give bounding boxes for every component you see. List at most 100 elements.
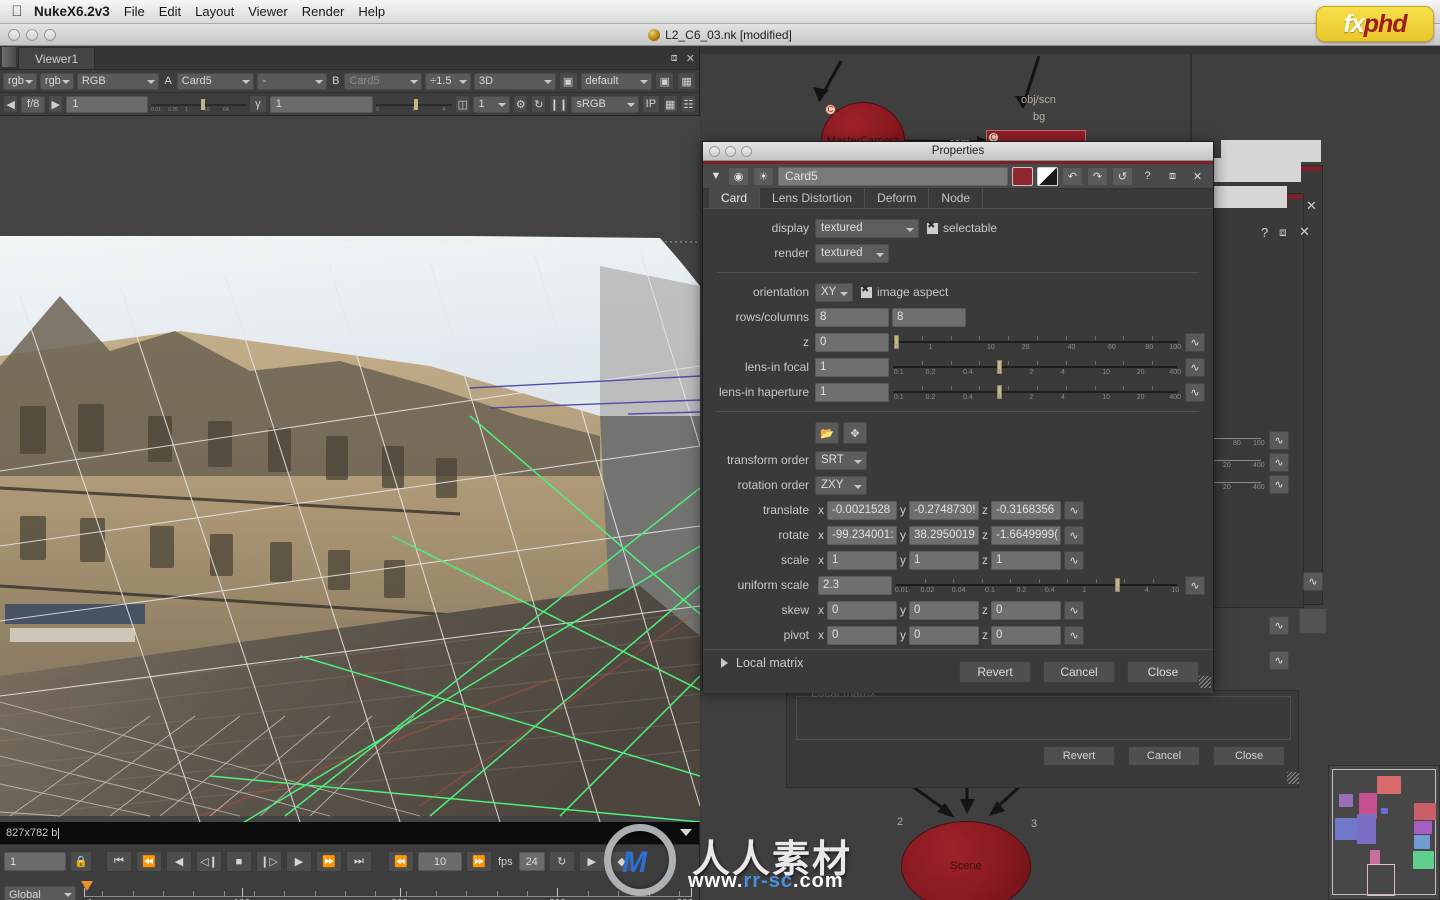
fast-forward-icon[interactable]: ⏩ [466, 851, 492, 872]
proxy-grid-icon[interactable]: ▦ [677, 72, 697, 90]
folder-icon[interactable]: 📂 [815, 422, 839, 444]
pause-icon[interactable]: ❙❙ [549, 95, 569, 113]
transform-order-select[interactable]: SRT [815, 450, 867, 470]
scale-y-input[interactable]: 1 [909, 550, 979, 570]
uniform-scale-animation-icon[interactable]: ∿ [1185, 575, 1205, 595]
view-selector[interactable]: default [580, 72, 653, 90]
rotate-y-input[interactable]: 38.2950019 [909, 525, 979, 545]
pane-drag-handle[interactable] [2, 47, 16, 67]
menu-edit[interactable]: Edit [159, 4, 181, 19]
menu-viewer[interactable]: Viewer [248, 4, 288, 19]
tab-lens-distortion[interactable]: Lens Distortion [760, 188, 866, 208]
menu-file[interactable]: File [124, 4, 145, 19]
proxy-scale-selector[interactable]: ÷1.5 [425, 72, 471, 90]
lens-in-haperture-input[interactable]: 1 [815, 382, 889, 402]
animation-curve-icon[interactable]: ∿ [1269, 453, 1289, 472]
lens-in-focal-input[interactable]: 1 [815, 357, 889, 377]
snapshot-icon[interactable]: ◉ [728, 166, 749, 186]
background-panel-name-field[interactable] [1201, 158, 1301, 182]
skew-animation-icon[interactable]: ∿ [1064, 600, 1084, 620]
frame-increment-input[interactable]: 10 [418, 852, 462, 871]
scale-x-input[interactable]: 1 [827, 550, 897, 570]
uniform-scale-slider[interactable]: 0.01 0.02 0.04 0.1 0.2 0.4 1 2 4 10 [895, 576, 1181, 595]
colorspace-selector[interactable]: sRGB [571, 95, 640, 113]
tab-deform[interactable]: Deform [865, 188, 930, 208]
bg-color-swatch[interactable] [1299, 608, 1327, 634]
gain-input[interactable]: 1 [66, 95, 149, 113]
animation-curve-icon[interactable]: ∿ [1269, 616, 1289, 635]
lens-in-focal-slider[interactable]: 0.1 0.2 0.4 1 2 4 10 20 400 [893, 358, 1181, 377]
animation-curve-icon[interactable]: ∿ [1269, 651, 1289, 670]
render-select[interactable]: textured [815, 243, 889, 263]
wipe-mode-selector[interactable]: - [257, 72, 328, 90]
node-graph-minimap[interactable] [1328, 765, 1440, 900]
properties-dialog[interactable]: Properties ▼ ◉ ☀ Card5 ↶ ↷ ↺ ? ⧈ ✕ Card … [702, 141, 1214, 693]
background-help-icon[interactable]: ? [1261, 225, 1268, 240]
translate-y-input[interactable]: -0.2748730! [909, 500, 979, 520]
translate-animation-icon[interactable]: ∿ [1064, 500, 1084, 520]
step-forward-icon[interactable]: ❙▷ [256, 851, 282, 872]
loop-icon[interactable]: ↻ [548, 851, 575, 872]
gamma-label[interactable]: γ [249, 95, 267, 113]
animation-curve-icon[interactable]: ∿ [1269, 475, 1289, 494]
pivot-x-input[interactable]: 0 [827, 625, 897, 645]
gain-slider[interactable]: 0.01 0.25 1 10 64 [151, 96, 247, 113]
color-swatch-icon[interactable] [1012, 166, 1033, 186]
background-close-icon-2[interactable]: ✕ [1306, 198, 1317, 214]
prev-arrow-icon[interactable]: ◀ [3, 95, 19, 113]
node-preview-icon[interactable]: ☀ [753, 166, 774, 186]
z-animation-icon[interactable]: ∿ [1185, 332, 1205, 352]
last-frame-icon[interactable]: ⏭ [346, 851, 372, 872]
first-frame-icon[interactable]: ⏮ [106, 851, 132, 872]
rotate-z-input[interactable]: -1.6649999( [991, 525, 1061, 545]
node-name-input[interactable]: Card5 [778, 166, 1008, 186]
mask-icon[interactable] [1037, 166, 1058, 186]
step-back-icon[interactable]: ◁❙ [196, 851, 222, 872]
background-revert-button[interactable]: Revert [1043, 746, 1115, 766]
close-icon[interactable]: ✕ [686, 52, 695, 65]
expand-triangle-icon[interactable] [721, 658, 728, 668]
region-of-interest-icon[interactable]: ▣ [655, 72, 675, 90]
background-properties-panel-2[interactable] [1199, 193, 1304, 608]
minimap-selection-frame[interactable] [1367, 864, 1395, 896]
current-frame-input[interactable]: 1 [4, 852, 66, 871]
lens-in-haperture-slider[interactable]: 0.1 0.2 0.4 1 2 4 10 20 400 [893, 383, 1181, 402]
bg-slider-track[interactable] [1213, 482, 1261, 483]
rows-input[interactable]: 8 [815, 307, 889, 327]
menu-render[interactable]: Render [302, 4, 345, 19]
stripes-icon[interactable]: ☷ [680, 95, 696, 113]
scale-z-input[interactable]: 1 [991, 550, 1061, 570]
viewer-3d-viewport[interactable]: y z x [0, 116, 700, 822]
menu-layout[interactable]: Layout [195, 4, 234, 19]
input-b-selector[interactable]: Card5 [344, 72, 423, 90]
ip-toggle[interactable]: IP [642, 95, 660, 113]
timeline-range-mode[interactable]: Global [4, 885, 76, 900]
animation-curve-icon[interactable]: ∿ [1303, 572, 1323, 591]
prev-keyframe-icon[interactable]: ⏪ [136, 851, 162, 872]
pivot-animation-icon[interactable]: ∿ [1064, 625, 1084, 645]
bg-slider-track[interactable] [1213, 438, 1261, 439]
tab-viewer1[interactable]: Viewer1 [18, 47, 96, 69]
menu-help[interactable]: Help [358, 4, 385, 19]
scale-animation-icon[interactable]: ∿ [1064, 550, 1084, 570]
image-aspect-checkbox[interactable] [861, 284, 872, 298]
apple-logo-icon[interactable]:  [0, 3, 34, 20]
translate-z-input[interactable]: -0.3168356 [991, 500, 1061, 520]
lens-in-focal-animation-icon[interactable]: ∿ [1185, 357, 1205, 377]
skew-z-input[interactable]: 0 [991, 600, 1061, 620]
translate-x-input[interactable]: -0.0021528 [827, 500, 897, 520]
collapse-icon[interactable]: ▼ [708, 167, 724, 186]
lock-icon[interactable]: 🔒 [70, 851, 92, 872]
help-icon[interactable]: ? [1137, 167, 1158, 186]
rotate-animation-icon[interactable]: ∿ [1064, 525, 1084, 545]
alpha-icon[interactable]: ▦ [662, 95, 678, 113]
rotate-x-input[interactable]: -99.234001: [827, 525, 897, 545]
downrez-selector[interactable]: 1 [473, 95, 511, 113]
sync-icon[interactable]: ↻ [531, 95, 547, 113]
background-float-icon[interactable]: ⧈ [1279, 225, 1287, 240]
row-local-matrix[interactable]: Local matrix [703, 656, 1213, 670]
display-select[interactable]: textured [815, 218, 919, 238]
transform-axis-icon[interactable]: ✥ [843, 422, 867, 444]
input-a-selector[interactable]: Card5 [176, 72, 255, 90]
revert-icon[interactable]: ↺ [1112, 166, 1133, 186]
